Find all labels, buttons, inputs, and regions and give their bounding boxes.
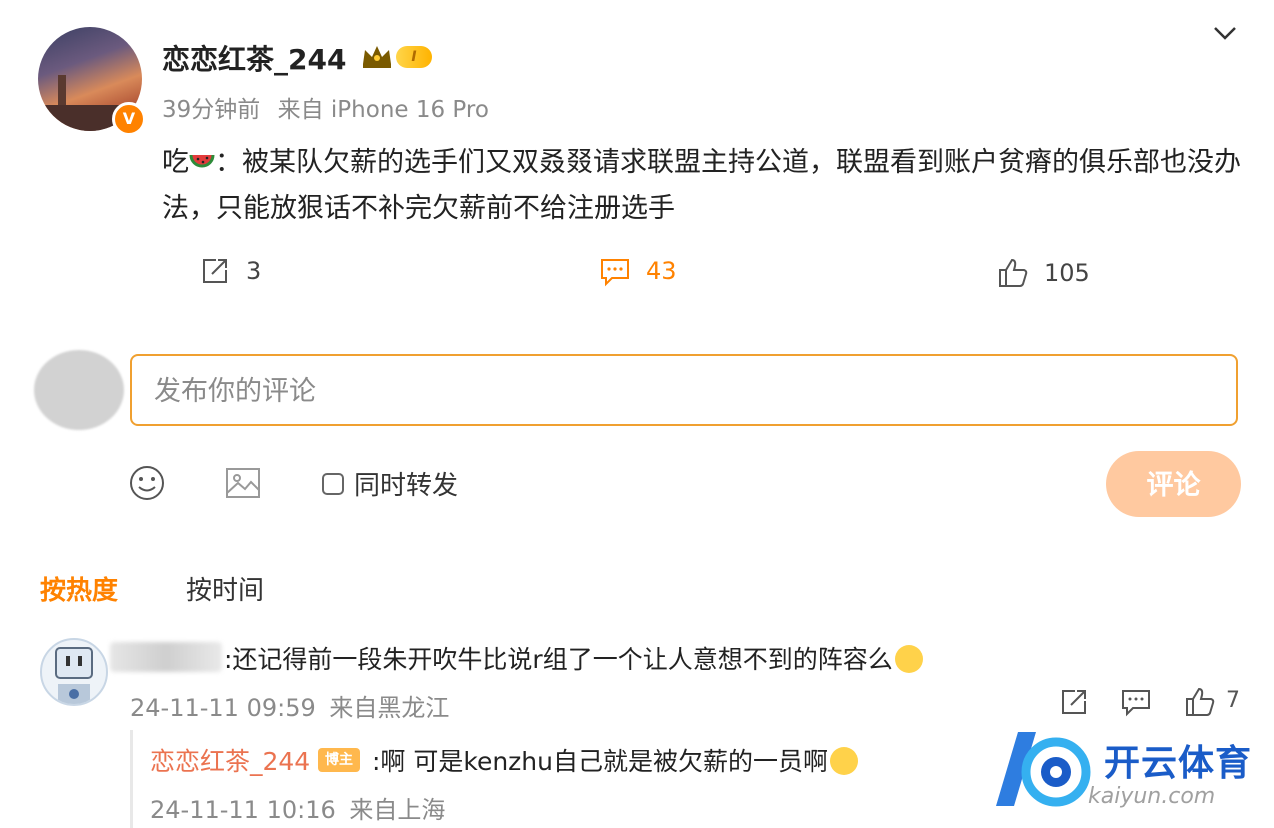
comment-meta: 24-11-11 09:59 来自黑龙江 <box>130 688 449 723</box>
comment-time: 24-11-11 09:59 <box>130 694 316 722</box>
reply-location: 来自上海 <box>349 796 446 824</box>
reply-divider <box>130 730 133 828</box>
post-text: 吃：被某队欠薪的选手们又双叒叕请求联盟主持公道，联盟看到账户贫瘠的俱乐部也没办法… <box>162 140 1242 232</box>
comment-location: 来自黑龙江 <box>329 694 450 722</box>
cat-emoji <box>894 645 923 673</box>
post-meta: 39分钟前 来自 iPhone 16 Pro <box>162 90 489 124</box>
repost-count: 3 <box>246 257 262 285</box>
comment-input[interactable] <box>132 356 1216 426</box>
repost-toggle-label: 同时转发 <box>354 471 459 501</box>
like-button[interactable]: 105 <box>996 256 1090 290</box>
tab-sort-hot[interactable]: 按热度 <box>40 570 118 607</box>
reply-text: :啊 可是kenzhu自己就是被欠薪的一员啊 <box>372 742 858 778</box>
comment-count: 43 <box>646 257 677 285</box>
current-user-avatar <box>34 350 124 430</box>
image-icon[interactable] <box>223 463 263 503</box>
comment-text-body: :还记得前一段朱开吹牛比说r组了一个让人意想不到的阵容么 <box>224 645 893 674</box>
submit-comment-button[interactable]: 评论 <box>1106 451 1241 517</box>
repost-toggle[interactable]: 同时转发 <box>322 465 458 502</box>
reply-time: 24-11-11 10:16 <box>150 796 336 824</box>
tab-sort-time[interactable]: 按时间 <box>186 570 264 607</box>
like-count: 105 <box>1044 259 1090 287</box>
kaiyun-logo-icon <box>996 732 1091 807</box>
repost-checkbox[interactable] <box>322 472 344 495</box>
commenter-avatar[interactable] <box>40 638 108 706</box>
comment-box <box>130 354 1238 426</box>
comment-like-count: 7 <box>1226 688 1240 713</box>
post-time: 39分钟前 <box>162 97 261 123</box>
level-badge: I <box>396 46 432 68</box>
repost-button[interactable]: 3 <box>198 254 261 288</box>
post-text-body: ：被某队欠薪的选手们又双叒叕请求联盟主持公道，联盟看到账户贫瘠的俱乐部也没办法，… <box>162 147 1241 224</box>
repost-icon <box>203 259 227 283</box>
watermark-brand: 开云体育 <box>1104 743 1253 784</box>
comment-button[interactable]: 43 <box>598 254 677 288</box>
post-text-prefix: 吃 <box>162 147 189 178</box>
emoji-icon[interactable] <box>127 463 167 503</box>
author-badge: 博主 <box>318 748 360 772</box>
comment-reply-icon[interactable] <box>1120 686 1152 718</box>
comment-text: :还记得前一段朱开吹牛比说r组了一个让人意想不到的阵容么 <box>224 640 923 676</box>
comment-icon <box>601 259 629 287</box>
watermark-url: kaiyun.com <box>1088 784 1216 809</box>
reply-username[interactable]: 恋恋红茶_244 <box>150 742 310 778</box>
watermelon-emoji <box>189 154 215 168</box>
verified-badge: V <box>112 102 146 136</box>
comment-repost-icon[interactable] <box>1058 686 1090 718</box>
comment-like-icon[interactable] <box>1184 686 1216 718</box>
post-source: 来自 iPhone 16 Pro <box>277 97 489 123</box>
crown-icon <box>363 46 391 68</box>
reply-text-body: :啊 可是kenzhu自己就是被欠薪的一员啊 <box>372 747 828 776</box>
commenter-name-blurred[interactable] <box>110 642 222 672</box>
sad-emoji <box>830 747 858 775</box>
robot-avatar-icon <box>55 647 93 704</box>
like-icon <box>999 258 1028 287</box>
author-name[interactable]: 恋恋红茶_244 <box>162 38 346 78</box>
reply-meta: 24-11-11 10:16 来自上海 <box>150 790 445 825</box>
chevron-down-icon[interactable] <box>1210 22 1240 44</box>
